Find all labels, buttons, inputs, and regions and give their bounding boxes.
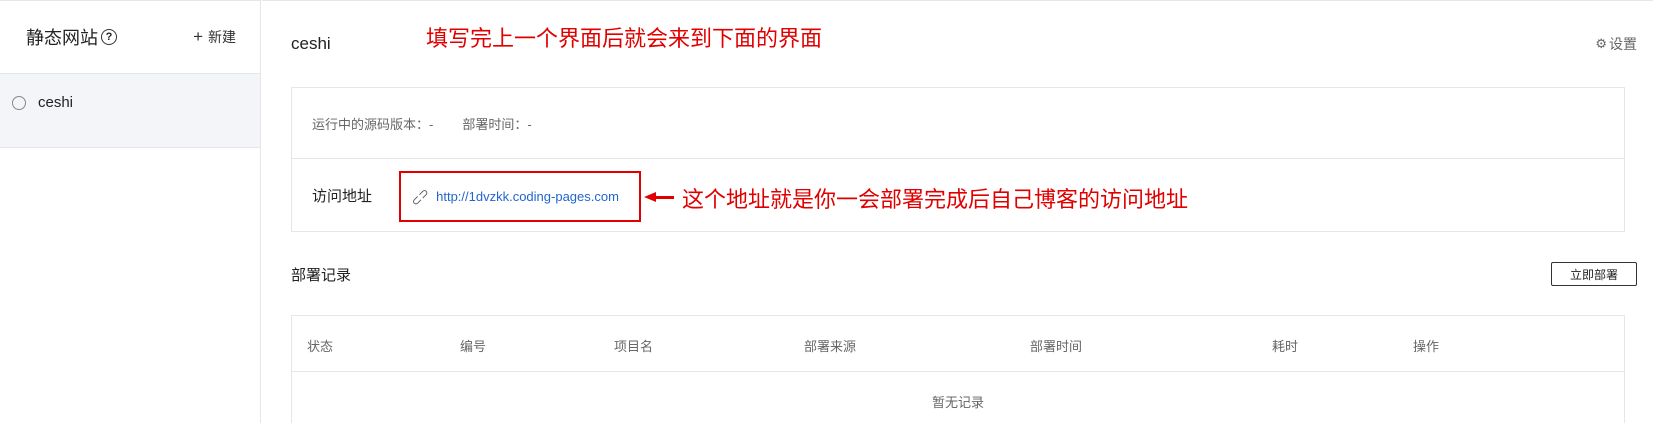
access-url-link[interactable]: http://1dvzkk.coding-pages.com [436,189,619,204]
new-site-button[interactable]: + 新建 [193,27,236,47]
radio-icon [12,96,26,110]
column-header-deploy-time: 部署时间 [1030,339,1083,354]
settings-label: 设置 [1609,36,1637,52]
column-header-project: 项目名 [614,339,654,354]
annotation-url: 这个地址就是你一会部署完成后自己博客的访问地址 [682,188,1189,213]
sidebar-item-label: ceshi [38,94,74,111]
deploy-time-text: 部署时间：- [462,116,532,132]
source-version-text: 运行中的源码版本：- [312,116,434,132]
deploy-status-row: 运行中的源码版本：- 部署时间：- [292,88,1624,159]
column-header-actions: 操作 [1413,339,1440,354]
access-url-row: 访问地址 ⊂⊃ http://1dvzkk.coding-pages.com 这… [292,159,1624,231]
plus-icon: + [193,27,203,46]
records-table: 状态 编号 项目名 部署来源 部署时间 耗时 操作 暂无记录 [291,315,1625,423]
settings-button[interactable]: ⚙ 设置 [1595,34,1637,54]
new-site-label: 新建 [208,29,236,45]
gear-icon: ⚙ [1595,36,1607,51]
sidebar-title: 静态网站 ? [26,24,117,50]
access-url-label: 访问地址 [312,187,373,205]
column-header-id: 编号 [460,339,487,354]
sidebar-item-ceshi[interactable]: ceshi [0,74,260,148]
page-title: ceshi [291,34,331,53]
link-icon: ⊂⊃ [407,184,433,209]
sidebar-header: 静态网站 ? + 新建 [0,1,260,74]
column-header-duration: 耗时 [1272,339,1299,354]
help-icon[interactable]: ? [101,29,117,45]
sidebar-title-text: 静态网站 [26,28,98,48]
url-highlight-box: ⊂⊃ http://1dvzkk.coding-pages.com [399,171,641,222]
column-header-status: 状态 [307,339,334,354]
empty-state-text: 暂无记录 [931,395,984,410]
deploy-now-button[interactable]: 立即部署 [1551,262,1637,286]
main-content: ceshi 填写完上一个界面后就会来到下面的界面 ⚙ 设置 运行中的源码版本：-… [262,0,1653,423]
info-card: 运行中的源码版本：- 部署时间：- 访问地址 ⊂⊃ http://1dvzkk.… [291,87,1625,232]
table-header: 状态 编号 项目名 部署来源 部署时间 耗时 操作 [292,316,1624,372]
sidebar: 静态网站 ? + 新建 ceshi [0,0,261,423]
arrow-left-icon [644,192,674,202]
records-title: 部署记录 [291,267,352,284]
annotation-top: 填写完上一个界面后就会来到下面的界面 [426,27,823,52]
column-header-source: 部署来源 [804,339,857,354]
